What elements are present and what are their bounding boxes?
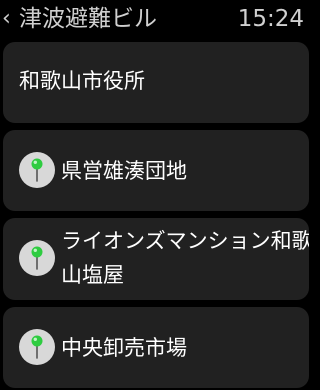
- list-item-label: 県営雄湊団地: [61, 159, 187, 183]
- map-pin-icon: [19, 152, 55, 188]
- map-pin-icon: [19, 329, 55, 365]
- building-list: 和歌山市役所 県営雄湊団地 ライオンズマンション和歌山塩屋 中央卸売市場: [0, 0, 312, 390]
- list-item-label: 中央卸売市場: [61, 336, 187, 360]
- list-item[interactable]: 県営雄湊団地: [3, 130, 309, 211]
- list-item[interactable]: 中央卸売市場: [3, 307, 309, 388]
- list-item[interactable]: 和歌山市役所: [3, 42, 309, 123]
- list-item-label: 和歌山市役所: [19, 69, 145, 93]
- map-pin-icon: [19, 240, 55, 276]
- list-item[interactable]: ライオンズマンション和歌山塩屋: [3, 218, 309, 300]
- list-item-label: ライオンズマンション和歌山塩屋: [61, 229, 309, 287]
